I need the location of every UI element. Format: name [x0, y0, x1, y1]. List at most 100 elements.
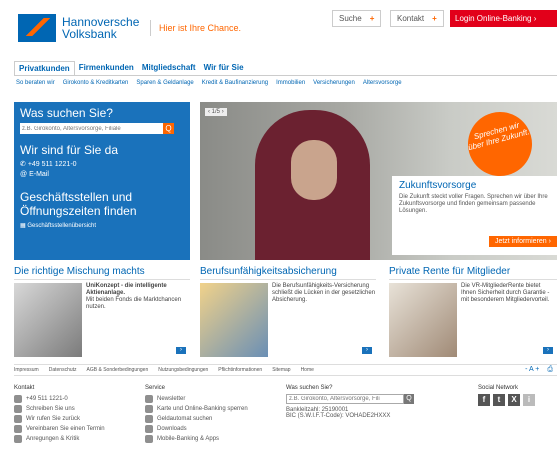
footer-link-label: Mobile-Banking & Apps: [157, 436, 220, 442]
search-label: Suche: [339, 14, 362, 23]
newsletter-icon: [145, 395, 153, 403]
footer-link[interactable]: Geldautomat suchen: [145, 414, 248, 424]
subnav-item[interactable]: Versicherungen: [313, 80, 355, 86]
download-icon: [145, 425, 153, 433]
footer-link[interactable]: Mobile-Banking & Apps: [145, 434, 248, 444]
search-icon[interactable]: Q: [163, 123, 174, 134]
page-tools: - A + ⎙: [525, 366, 553, 374]
footer-link[interactable]: Vereinbaren Sie einen Termin: [14, 424, 105, 434]
subnav-item[interactable]: Altersvorsorge: [363, 80, 402, 86]
branches-heading[interactable]: Geschäftsstellen und Öffnungszeiten find…: [20, 190, 184, 218]
next-arrow-icon[interactable]: ›: [222, 109, 224, 115]
footer-link-label: Wir rufen Sie zurück: [26, 416, 81, 422]
bank-logo[interactable]: Hannoversche Volksbank: [18, 14, 139, 42]
at-icon: [14, 405, 22, 413]
footer-link[interactable]: Downloads: [145, 424, 248, 434]
font-size-control[interactable]: - A +: [525, 366, 539, 374]
plus-icon: +: [432, 14, 437, 23]
hero-banner[interactable]: ‹ 1/5 › Sprechen wir über Ihre Zukunft. …: [200, 102, 557, 260]
slider-pager[interactable]: ‹ 1/5 ›: [205, 108, 227, 116]
subnav-item[interactable]: Kredit & Baufinanzierung: [202, 80, 268, 86]
teaser-body: Die VR-MitgliederRente bietet Ihnen Sich…: [389, 283, 557, 357]
footer-link-label: Downloads: [157, 426, 187, 432]
contact-button[interactable]: Kontakt +: [390, 10, 444, 27]
footer-search-input[interactable]: [286, 394, 404, 404]
hero-title: Zukunftsvorsorge: [399, 180, 477, 191]
footer-link-label: Vereinbaren Sie einen Termin: [26, 426, 105, 432]
footer-search: Was suchen Sie? Q Bankleitzahl: 25190001…: [286, 385, 414, 419]
phone-link[interactable]: ✆ +49 511 1221-0: [20, 160, 184, 168]
hero-infobox: Zukunftsvorsorge Die Zukunft steckt voll…: [392, 176, 557, 255]
teaser-body: UniKonzept - die intelligente Aktienanla…: [14, 283, 190, 357]
bic-code: BIC (S.W.I.F.T-Code): VOHADE2HXXX: [286, 413, 391, 419]
xing-icon[interactable]: X: [508, 394, 520, 406]
footer-link[interactable]: AGB & Sonderbedingungen: [87, 367, 149, 373]
branches-link[interactable]: ▦ Geschäftsstellenübersicht: [20, 222, 184, 229]
footer-link[interactable]: Schreiben Sie uns: [14, 404, 105, 414]
footer-link[interactable]: Anregungen & Kritik: [14, 434, 105, 444]
subnav-item[interactable]: So beraten wir: [16, 80, 55, 86]
footer-link[interactable]: Karte und Online-Banking sperren: [145, 404, 248, 414]
search-icon[interactable]: Q: [404, 394, 414, 404]
footer-link[interactable]: Newsletter: [145, 394, 248, 404]
prev-arrow-icon[interactable]: ‹: [208, 109, 210, 115]
teaser-image-man-laptop: [14, 283, 82, 357]
footer-link[interactable]: Home: [301, 367, 314, 373]
teaser-title[interactable]: Berufsunfähigkeitsabsicherung: [200, 266, 376, 280]
footer-link[interactable]: Impressum: [14, 367, 39, 373]
hero-person-face: [291, 140, 337, 200]
teaser-body-text: Mit beiden Fonds die Marktchancen nutzen…: [86, 297, 182, 310]
phone-icon: [14, 395, 22, 403]
panel-search-input[interactable]: [20, 123, 163, 134]
login-button[interactable]: Login Online-Banking ›: [450, 10, 557, 27]
contact-label: Kontakt: [397, 14, 425, 23]
tab-mitgliedschaft[interactable]: Mitgliedschaft: [138, 61, 200, 75]
footer-link[interactable]: Sitemap: [272, 367, 290, 373]
bank-name-line2: Volksbank: [62, 27, 117, 41]
teaser-image-couple: [389, 283, 457, 357]
hero-cta-button[interactable]: Jetzt informieren ›: [488, 236, 557, 247]
teaser-title[interactable]: Die richtige Mischung machts: [14, 266, 190, 280]
teaser-image-father-child: [200, 283, 268, 357]
teaser-card[interactable]: Die richtige Mischung machts UniKonzept …: [14, 266, 190, 357]
print-icon[interactable]: ⎙: [547, 366, 553, 374]
footer-link[interactable]: Nutzungsbedingungen: [158, 367, 208, 373]
facebook-icon[interactable]: f: [478, 394, 490, 406]
tab-privatkunden[interactable]: Privatkunden: [14, 61, 75, 75]
tab-firmenkunden[interactable]: Firmenkunden: [75, 61, 138, 75]
login-label: Login Online-Banking: [455, 14, 532, 23]
email-label: E-Mail: [29, 171, 49, 178]
arrow-right-icon[interactable]: ›: [176, 347, 186, 354]
footer-link[interactable]: Datenschutz: [49, 367, 77, 373]
search-button[interactable]: Suche +: [332, 10, 382, 27]
subnav-item[interactable]: Sparen & Geldanlage: [136, 80, 193, 86]
footer-link[interactable]: +49 511 1221-0: [14, 394, 105, 404]
twitter-icon[interactable]: t: [493, 394, 505, 406]
hero-cta-label: Jetzt informieren: [494, 238, 547, 245]
footer-contact: Kontakt +49 511 1221-0 Schreiben Sie uns…: [14, 385, 105, 444]
hero-text: Die Zukunft steckt voller Fragen. Sprech…: [399, 194, 548, 214]
panel-search: Q: [20, 123, 184, 134]
footer-link-label: Geldautomat suchen: [157, 416, 213, 422]
phone-icon: ✆: [20, 161, 26, 168]
tab-wir-fuer-sie[interactable]: Wir für Sie: [200, 61, 248, 75]
teaser-title[interactable]: Private Rente für Mitglieder: [389, 266, 557, 280]
subnav-item[interactable]: Girokonto & Kreditkarten: [63, 80, 129, 86]
teaser-text: Die VR-MitgliederRente bietet Ihnen Sich…: [461, 283, 550, 303]
arrow-right-icon[interactable]: ›: [362, 347, 372, 354]
claim: Hier ist Ihre Chance.: [150, 20, 241, 36]
footer-links-bar: Impressum Datenschutz AGB & Sonderbeding…: [14, 364, 557, 376]
teaser-card[interactable]: Berufsunfähigkeitsabsicherung Die Berufs…: [200, 266, 376, 357]
footer-link[interactable]: Wir rufen Sie zurück: [14, 414, 105, 424]
info-icon[interactable]: i: [523, 394, 535, 406]
callback-icon: [14, 415, 22, 423]
arrow-right-icon[interactable]: ›: [543, 347, 553, 354]
footer-service-heading: Service: [145, 385, 166, 391]
atm-icon: [145, 415, 153, 423]
footer-link[interactable]: Pflichtinformationen: [218, 367, 262, 373]
footer-social: Social Network f t X i: [478, 385, 535, 406]
subnav-item[interactable]: Immobilien: [276, 80, 305, 86]
teaser-card[interactable]: Private Rente für Mitglieder Die VR-Mitg…: [389, 266, 557, 357]
email-link[interactable]: @ E-Mail: [20, 171, 184, 178]
footer-link-label: Newsletter: [157, 396, 186, 402]
